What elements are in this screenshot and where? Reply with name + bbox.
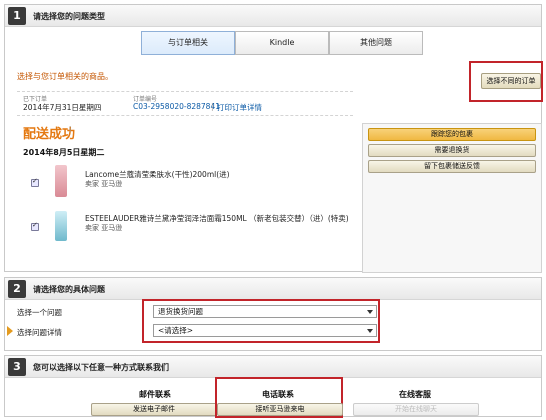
contact-us-section: 3 您可以选择以下任意一种方式联系我们 邮件联系 发送电子邮件 电话联系 接听亚… bbox=[4, 355, 542, 418]
product-thumbnail bbox=[55, 165, 67, 197]
chevron-down-icon bbox=[367, 310, 373, 314]
problem-type-section: 1 请选择您的问题类型 与订单相关 Kindle 其他问题 选择与您订单相关的商… bbox=[4, 4, 543, 273]
item-name: ESTEELAUDER雅诗兰黛净莹润泽洁面霜150ML （新老包装交替）（进）(… bbox=[85, 214, 349, 223]
request-call-button[interactable]: 接听亚马逊来电 bbox=[217, 403, 343, 416]
chevron-down-icon bbox=[367, 329, 373, 333]
tab-order-related[interactable]: 与订单相关 bbox=[141, 31, 235, 55]
divider bbox=[17, 115, 353, 116]
delivery-feedback-button[interactable]: 留下包裹储送反馈 bbox=[368, 160, 536, 173]
select-item-prompt: 选择与您订单相关的商品。 bbox=[17, 72, 113, 81]
current-step-arrow-icon bbox=[7, 326, 13, 336]
section-header: 3 您可以选择以下任意一种方式联系我们 bbox=[5, 356, 541, 378]
online-chat-title: 在线客服 bbox=[399, 390, 431, 399]
track-package-button[interactable]: 跟踪您的包裹 bbox=[368, 128, 536, 141]
section-header: 2 请选择您的具体问题 bbox=[5, 278, 541, 300]
print-order-details-link[interactable]: 打印订单详情 bbox=[217, 102, 262, 113]
email-contact-title: 邮件联系 bbox=[139, 390, 171, 399]
step-number: 3 bbox=[8, 358, 26, 376]
detail-select-value: <请选择> bbox=[158, 326, 194, 335]
item-seller: 卖家 亚马逊 bbox=[85, 180, 123, 188]
detail-label: 选择问题详情 bbox=[17, 328, 62, 337]
separator: | bbox=[211, 102, 214, 111]
problem-select-value: 退货换货问题 bbox=[158, 307, 203, 316]
detail-select[interactable]: <请选择> bbox=[153, 324, 377, 337]
package-actions-panel: 跟踪您的包裹 需要退换货 留下包裹储送反馈 bbox=[362, 123, 542, 273]
item-checkbox[interactable] bbox=[31, 221, 39, 231]
section-title: 您可以选择以下任意一种方式联系我们 bbox=[33, 363, 169, 372]
product-thumbnail bbox=[55, 211, 67, 241]
item-seller: 卖家 亚马逊 bbox=[85, 224, 123, 232]
divider bbox=[17, 91, 353, 92]
problem-select[interactable]: 退货换货问题 bbox=[153, 305, 377, 318]
step-number: 1 bbox=[8, 7, 26, 25]
start-chat-button[interactable]: 开始在线聊天 bbox=[353, 403, 479, 416]
ship-date: 2014年8月5日星期二 bbox=[23, 148, 105, 157]
shipping-status: 配送成功 bbox=[23, 127, 76, 142]
info-icon[interactable]: i bbox=[69, 125, 71, 134]
specific-problem-section: 2 请选择您的具体问题 选择一个问题 退货换货问题 选择问题详情 <请选择> bbox=[4, 277, 542, 351]
section-title: 请选择您的问题类型 bbox=[33, 12, 105, 21]
order-date-value: 2014年7月31日星期四 bbox=[23, 103, 102, 112]
step-number: 2 bbox=[8, 280, 26, 298]
item-name: Lancome兰蔻清莹柔肤水(干性)200ml(进) bbox=[85, 170, 230, 179]
phone-contact-title: 电话联系 bbox=[262, 390, 294, 399]
section-title: 请选择您的具体问题 bbox=[33, 285, 105, 294]
select-different-order-button[interactable]: 选择不同的订单 bbox=[481, 73, 541, 89]
order-number-link[interactable]: C03-2958020-8287841 bbox=[133, 102, 220, 111]
return-exchange-button[interactable]: 需要退换货 bbox=[368, 144, 536, 157]
problem-label: 选择一个问题 bbox=[17, 308, 62, 317]
send-email-button[interactable]: 发送电子邮件 bbox=[91, 403, 217, 416]
item-checkbox[interactable] bbox=[31, 177, 39, 187]
tab-other-issues[interactable]: 其他问题 bbox=[329, 31, 423, 55]
tab-kindle[interactable]: Kindle bbox=[235, 31, 329, 55]
section-header: 1 请选择您的问题类型 bbox=[5, 5, 541, 27]
